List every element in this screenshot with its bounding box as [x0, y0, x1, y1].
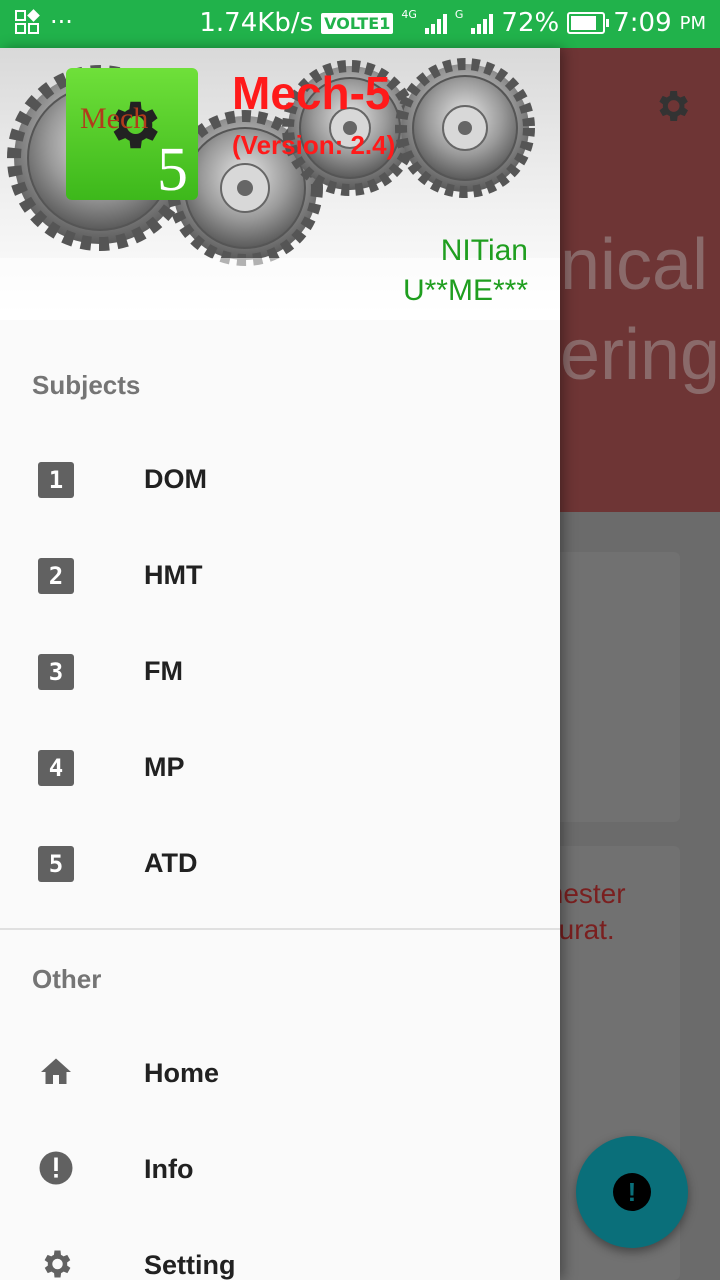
number-3-icon: 3 [38, 654, 74, 690]
user-id: U**ME*** [402, 274, 528, 307]
status-left: ··· [14, 8, 73, 36]
info-icon [39, 1151, 73, 1185]
apps-icon [15, 9, 40, 34]
clock: 7:09 [613, 8, 672, 38]
number-2-icon: 2 [38, 558, 74, 594]
background-settings-icon [659, 91, 688, 121]
battery-percent: 72% [501, 8, 560, 38]
nav-item-label: DOM [144, 464, 207, 494]
signal-icon-2 [471, 12, 494, 34]
nav-item-atd[interactable]: 5 ATD [0, 818, 560, 914]
settings-icon [44, 1250, 71, 1278]
alert-icon: ! [613, 1173, 651, 1211]
nav-item-label: HMT [144, 560, 203, 590]
app-logo: Mech 5 [66, 68, 198, 200]
battery-icon [567, 12, 610, 34]
background-title-line2: ering [560, 315, 720, 395]
section-subjects-label: Subjects [32, 370, 141, 400]
navigation-drawer: Mech 5 Mech-5 (Version: 2.4) NITian U**M… [0, 48, 560, 1280]
nav-item-setting[interactable]: Setting [0, 1220, 560, 1280]
nav-item-label: Info [144, 1154, 194, 1184]
nav-item-mp[interactable]: 4 MP [0, 722, 560, 818]
nav-item-label: Setting [144, 1250, 236, 1280]
signal-icon-1 [424, 12, 447, 34]
more-notifications-icon: ··· [50, 8, 73, 36]
app-title: Mech-5 [232, 67, 391, 119]
section-divider [0, 928, 560, 930]
fab-button[interactable]: ! [576, 1136, 688, 1248]
nav-item-dom[interactable]: 1 DOM [0, 434, 560, 530]
nav-item-fm[interactable]: 3 FM [0, 626, 560, 722]
nav-item-label: Home [144, 1058, 220, 1088]
logo-number: 5 [157, 136, 188, 200]
number-4-icon: 4 [38, 750, 74, 786]
network-type-3: G [454, 8, 464, 21]
nav-item-label: MP [144, 752, 185, 782]
nav-item-info[interactable]: Info [0, 1124, 560, 1220]
drawer-header: Mech 5 Mech-5 (Version: 2.4) NITian U**M… [0, 48, 560, 320]
network-type-1: 4G [401, 8, 417, 21]
clock-ampm: PM [679, 12, 706, 34]
user-name: NITian [440, 234, 528, 267]
nav-item-hmt[interactable]: 2 HMT [0, 530, 560, 626]
status-right: 1.74Kb/s VOLTE1 4G G 72% 7:09 PM [199, 8, 706, 38]
status-bar: ··· 1.74Kb/s VOLTE1 4G G 72% 7:09 PM [0, 0, 720, 48]
number-1-icon: 1 [38, 462, 74, 498]
network-speed: 1.74Kb/s [199, 8, 314, 38]
nav-item-label: FM [144, 656, 183, 686]
nav-item-label: ATD [144, 848, 198, 878]
nav-item-home[interactable]: Home [0, 1028, 560, 1124]
background-title-line1: nical [560, 225, 709, 305]
logo-text: Mech [80, 102, 149, 135]
number-5-icon: 5 [38, 846, 74, 882]
home-icon [41, 1058, 71, 1084]
background-title: nical ering [560, 220, 720, 400]
section-other-label: Other [32, 964, 102, 994]
volte-badge: VOLTE1 [321, 12, 394, 34]
app-version: (Version: 2.4) [232, 130, 396, 160]
